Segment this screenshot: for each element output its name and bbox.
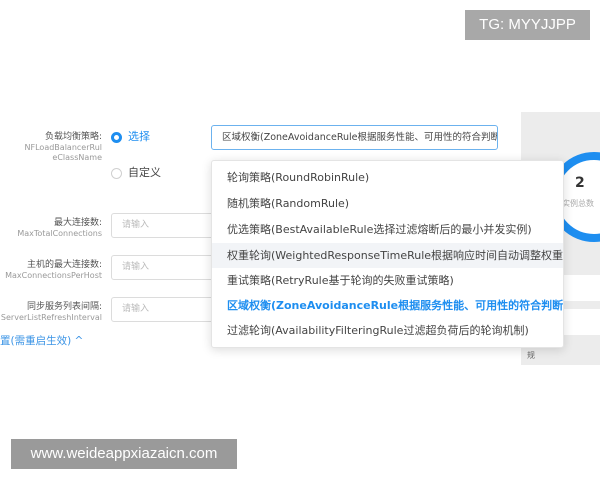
- dropdown-option-round-robin[interactable]: 轮询策略(RoundRobinRule): [212, 165, 563, 190]
- chevron-up-icon: ^: [480, 132, 489, 143]
- field-sub-label: MaxTotalConnections: [17, 229, 102, 238]
- dropdown-option-random[interactable]: 随机策略(RandomRule): [212, 191, 563, 216]
- dropdown-option-availability-filtering[interactable]: 过滤轮询(AvailabilityFilteringRule过滤超负荷后的轮询机…: [212, 318, 563, 343]
- strategy-label-text: 负载均衡策略:: [44, 132, 102, 142]
- dropdown-option-zone-avoidance[interactable]: 区域权衡(ZoneAvoidanceRule根据服务性能、可用性的符合判断): [212, 293, 563, 318]
- stats-value: 2: [575, 175, 585, 191]
- radio-custom[interactable]: [111, 168, 122, 179]
- dropdown-option-weighted-response[interactable]: 权重轮询(WeightedResponseTimeRule根据响应时间自动调整权…: [212, 243, 563, 268]
- watermark-top: TG: MYYJJPP: [465, 10, 590, 40]
- field-label-refresh-interval: 同步服务列表间隔: ServerListRefreshInterval: [0, 301, 102, 323]
- field-label-text: 同步服务列表间隔:: [26, 302, 102, 312]
- stats-caption: 实例总数: [562, 199, 594, 208]
- server-list-refresh-interval-input[interactable]: 请输入: [111, 297, 219, 322]
- radio-select[interactable]: [111, 132, 122, 143]
- strategy-select[interactable]: 区域权衡(ZoneAvoidanceRule根据服务性能、可用性的符合判断) ^: [211, 125, 498, 150]
- panel-hint: 规: [527, 351, 535, 360]
- advanced-settings-toggle[interactable]: 置(需重启生效) ^: [0, 334, 83, 348]
- strategy-select-value: 区域权衡(ZoneAvoidanceRule根据服务性能、可用性的符合判断): [222, 132, 498, 143]
- max-connections-per-host-input[interactable]: 请输入: [111, 255, 219, 280]
- field-label-text: 主机的最大连接数:: [26, 260, 102, 270]
- field-label-max-per-host: 主机的最大连接数: MaxConnectionsPerHost: [0, 259, 102, 281]
- strategy-sub-label: NFLoadBalancerRul eClassName: [24, 143, 102, 162]
- dropdown-option-best-available[interactable]: 优选策略(BestAvailableRule选择过滤熔断后的最小并发实例): [212, 217, 563, 242]
- radio-select-label[interactable]: 选择: [128, 130, 150, 144]
- strategy-label: 负载均衡策略: NFLoadBalancerRul eClassName: [20, 131, 102, 163]
- field-label-text: 最大连接数:: [53, 218, 102, 228]
- max-total-connections-input[interactable]: 请输入: [111, 213, 219, 238]
- field-sub-label: MaxConnectionsPerHost: [5, 271, 102, 280]
- strategy-dropdown: 轮询策略(RoundRobinRule) 随机策略(RandomRule) 优选…: [211, 160, 564, 348]
- field-label-max-total: 最大连接数: MaxTotalConnections: [0, 217, 102, 239]
- field-sub-label: ServerListRefreshInterval: [0, 313, 102, 322]
- radio-custom-label[interactable]: 自定义: [128, 166, 161, 180]
- watermark-bottom: www.weideappxiazaicn.com: [11, 439, 237, 469]
- dropdown-option-retry[interactable]: 重试策略(RetryRule基于轮询的失败重试策略): [212, 268, 563, 293]
